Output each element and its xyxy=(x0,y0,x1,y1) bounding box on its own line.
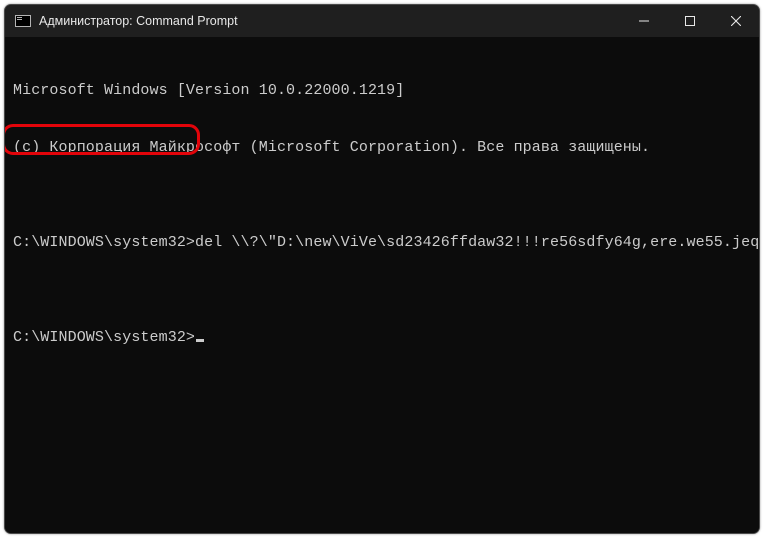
window-title: Администратор: Command Prompt xyxy=(39,14,238,28)
command-prompt-window: Администратор: Command Prompt Microsoft … xyxy=(4,4,760,534)
maximize-button[interactable] xyxy=(667,5,713,37)
titlebar[interactable]: Администратор: Command Prompt xyxy=(5,5,759,37)
minimize-button[interactable] xyxy=(621,5,667,37)
minimize-icon xyxy=(639,16,649,26)
output-line: Microsoft Windows [Version 10.0.22000.12… xyxy=(13,81,751,100)
prompt-text: C:\WINDOWS\system32> xyxy=(13,329,195,346)
output-line: C:\WINDOWS\system32>del \\?\"D:\new\ViVe… xyxy=(13,233,751,252)
cursor xyxy=(196,339,204,342)
output-line: (c) Корпорация Майкрософт (Microsoft Cor… xyxy=(13,138,751,157)
cmd-icon xyxy=(15,14,31,28)
maximize-icon xyxy=(685,16,695,26)
terminal-body[interactable]: Microsoft Windows [Version 10.0.22000.12… xyxy=(5,37,759,533)
close-button[interactable] xyxy=(713,5,759,37)
prompt-line: C:\WINDOWS\system32> xyxy=(13,328,751,347)
close-icon xyxy=(731,16,741,26)
